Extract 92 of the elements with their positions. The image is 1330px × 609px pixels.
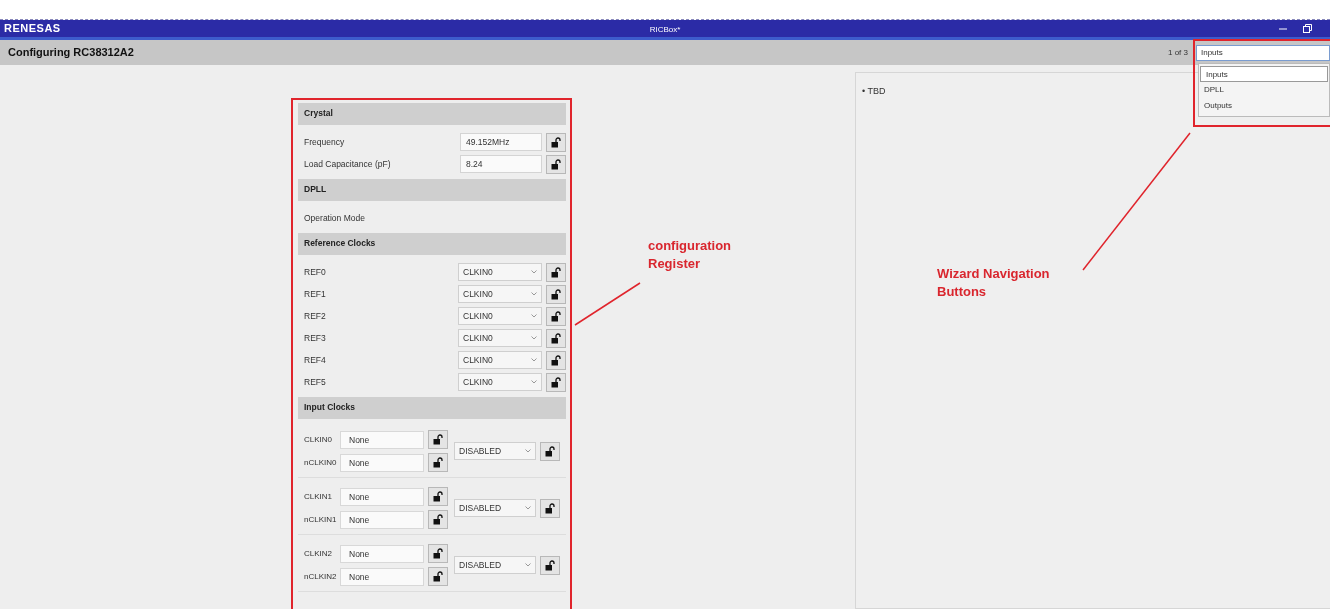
input-field[interactable]: None: [340, 567, 424, 586]
input-field[interactable]: 8.24: [460, 155, 542, 173]
field-label: Operation Mode: [304, 211, 366, 225]
dropdown[interactable]: CLKIN0: [458, 351, 542, 369]
chevron-down-icon: [531, 380, 537, 384]
annotation-text: Wizard Navigation Buttons: [937, 265, 1051, 301]
padlock-icon: [545, 502, 555, 514]
lock-button[interactable]: [546, 154, 566, 174]
padlock-icon: [551, 354, 561, 366]
dropdown-option[interactable]: DPLL: [1199, 82, 1329, 98]
input-field[interactable]: None: [340, 487, 424, 506]
section-header: Input Clocks: [298, 397, 566, 419]
chevron-down-icon: [525, 449, 531, 453]
chevron-down-icon: [525, 563, 531, 567]
page-indicator: 1 of 3: [1168, 46, 1188, 59]
page-title: Configuring RC38312A2: [8, 45, 134, 61]
field-label: nCLKIN2: [304, 570, 338, 583]
lock-button[interactable]: [546, 284, 566, 304]
lock-button[interactable]: [540, 555, 560, 575]
field-label: CLKIN0: [304, 433, 333, 446]
dropdown-option[interactable]: Inputs: [1200, 66, 1328, 82]
lock-button[interactable]: [546, 350, 566, 370]
input-field[interactable]: None: [340, 510, 424, 529]
padlock-icon: [551, 376, 561, 388]
padlock-icon: [433, 571, 443, 582]
chevron-down-icon: [525, 506, 531, 510]
dropdown[interactable]: CLKIN0: [458, 329, 542, 347]
chevron-down-icon: [531, 314, 537, 318]
lock-button[interactable]: [428, 453, 448, 472]
lock-button[interactable]: [540, 498, 560, 518]
padlock-icon: [433, 548, 443, 559]
logo: RENESAS: [3, 21, 61, 37]
lock-button[interactable]: [546, 262, 566, 282]
lock-button[interactable]: [428, 567, 448, 586]
dropdown[interactable]: CLKIN0: [458, 285, 542, 303]
field-label: REF0: [304, 265, 327, 279]
padlock-icon: [551, 310, 561, 322]
dropdown[interactable]: CLKIN0: [458, 373, 542, 391]
padlock-icon: [551, 288, 561, 300]
lock-button[interactable]: [428, 487, 448, 506]
field-label: nCLKIN1: [304, 513, 338, 526]
restore-icon: [1303, 24, 1312, 33]
annotation-text: configuration Register: [648, 237, 733, 273]
padlock-icon: [545, 445, 555, 457]
chevron-down-icon: [531, 336, 537, 340]
input-field[interactable]: None: [340, 544, 424, 563]
lock-button[interactable]: [428, 544, 448, 563]
lock-button[interactable]: [546, 132, 566, 152]
padlock-icon: [551, 136, 561, 148]
padlock-icon: [433, 514, 443, 525]
chevron-down-icon: [531, 270, 537, 274]
padlock-icon: [551, 158, 561, 170]
field-label: REF1: [304, 287, 327, 301]
padlock-icon: [551, 266, 561, 278]
field-label: CLKIN2: [304, 547, 333, 560]
padlock-icon: [551, 332, 561, 344]
section-header: Reference Clocks: [298, 233, 566, 255]
lock-button[interactable]: [428, 510, 448, 529]
dropdown[interactable]: DISABLED: [454, 556, 536, 574]
chevron-down-icon: [531, 358, 537, 362]
field-label: Frequency: [304, 135, 346, 149]
padlock-icon: [433, 457, 443, 468]
section-header: Crystal: [298, 103, 566, 125]
field-label: REF3: [304, 331, 327, 345]
dropdown-option[interactable]: Outputs: [1199, 98, 1329, 114]
lock-button[interactable]: [546, 372, 566, 392]
lock-button[interactable]: [428, 430, 448, 449]
window-title: RICBox*: [649, 25, 681, 34]
padlock-icon: [433, 434, 443, 445]
padlock-icon: [433, 491, 443, 502]
leader-line: [574, 282, 641, 326]
field-label: Load Capacitance (pF): [304, 157, 392, 171]
padlock-icon: [545, 559, 555, 571]
field-label: nCLKIN0: [304, 456, 338, 469]
input-field[interactable]: 49.152MHz: [460, 133, 542, 151]
chevron-down-icon: [531, 292, 537, 296]
lock-button[interactable]: [540, 441, 560, 461]
page-select[interactable]: Inputs: [1196, 44, 1330, 61]
dropdown[interactable]: DISABLED: [454, 499, 536, 517]
field-label: REF4: [304, 353, 327, 367]
field-label: REF2: [304, 309, 327, 323]
input-field[interactable]: None: [340, 453, 424, 472]
field-label: REF5: [304, 375, 327, 389]
field-label: CLKIN1: [304, 490, 333, 503]
input-field[interactable]: None: [340, 430, 424, 449]
dropdown[interactable]: CLKIN0: [458, 263, 542, 281]
dropdown[interactable]: DISABLED: [454, 442, 536, 460]
lock-button[interactable]: [546, 306, 566, 326]
lock-button[interactable]: [546, 328, 566, 348]
list-item: • TBD: [862, 86, 886, 96]
section-header: DPLL: [298, 179, 566, 201]
dropdown[interactable]: CLKIN0: [458, 307, 542, 325]
